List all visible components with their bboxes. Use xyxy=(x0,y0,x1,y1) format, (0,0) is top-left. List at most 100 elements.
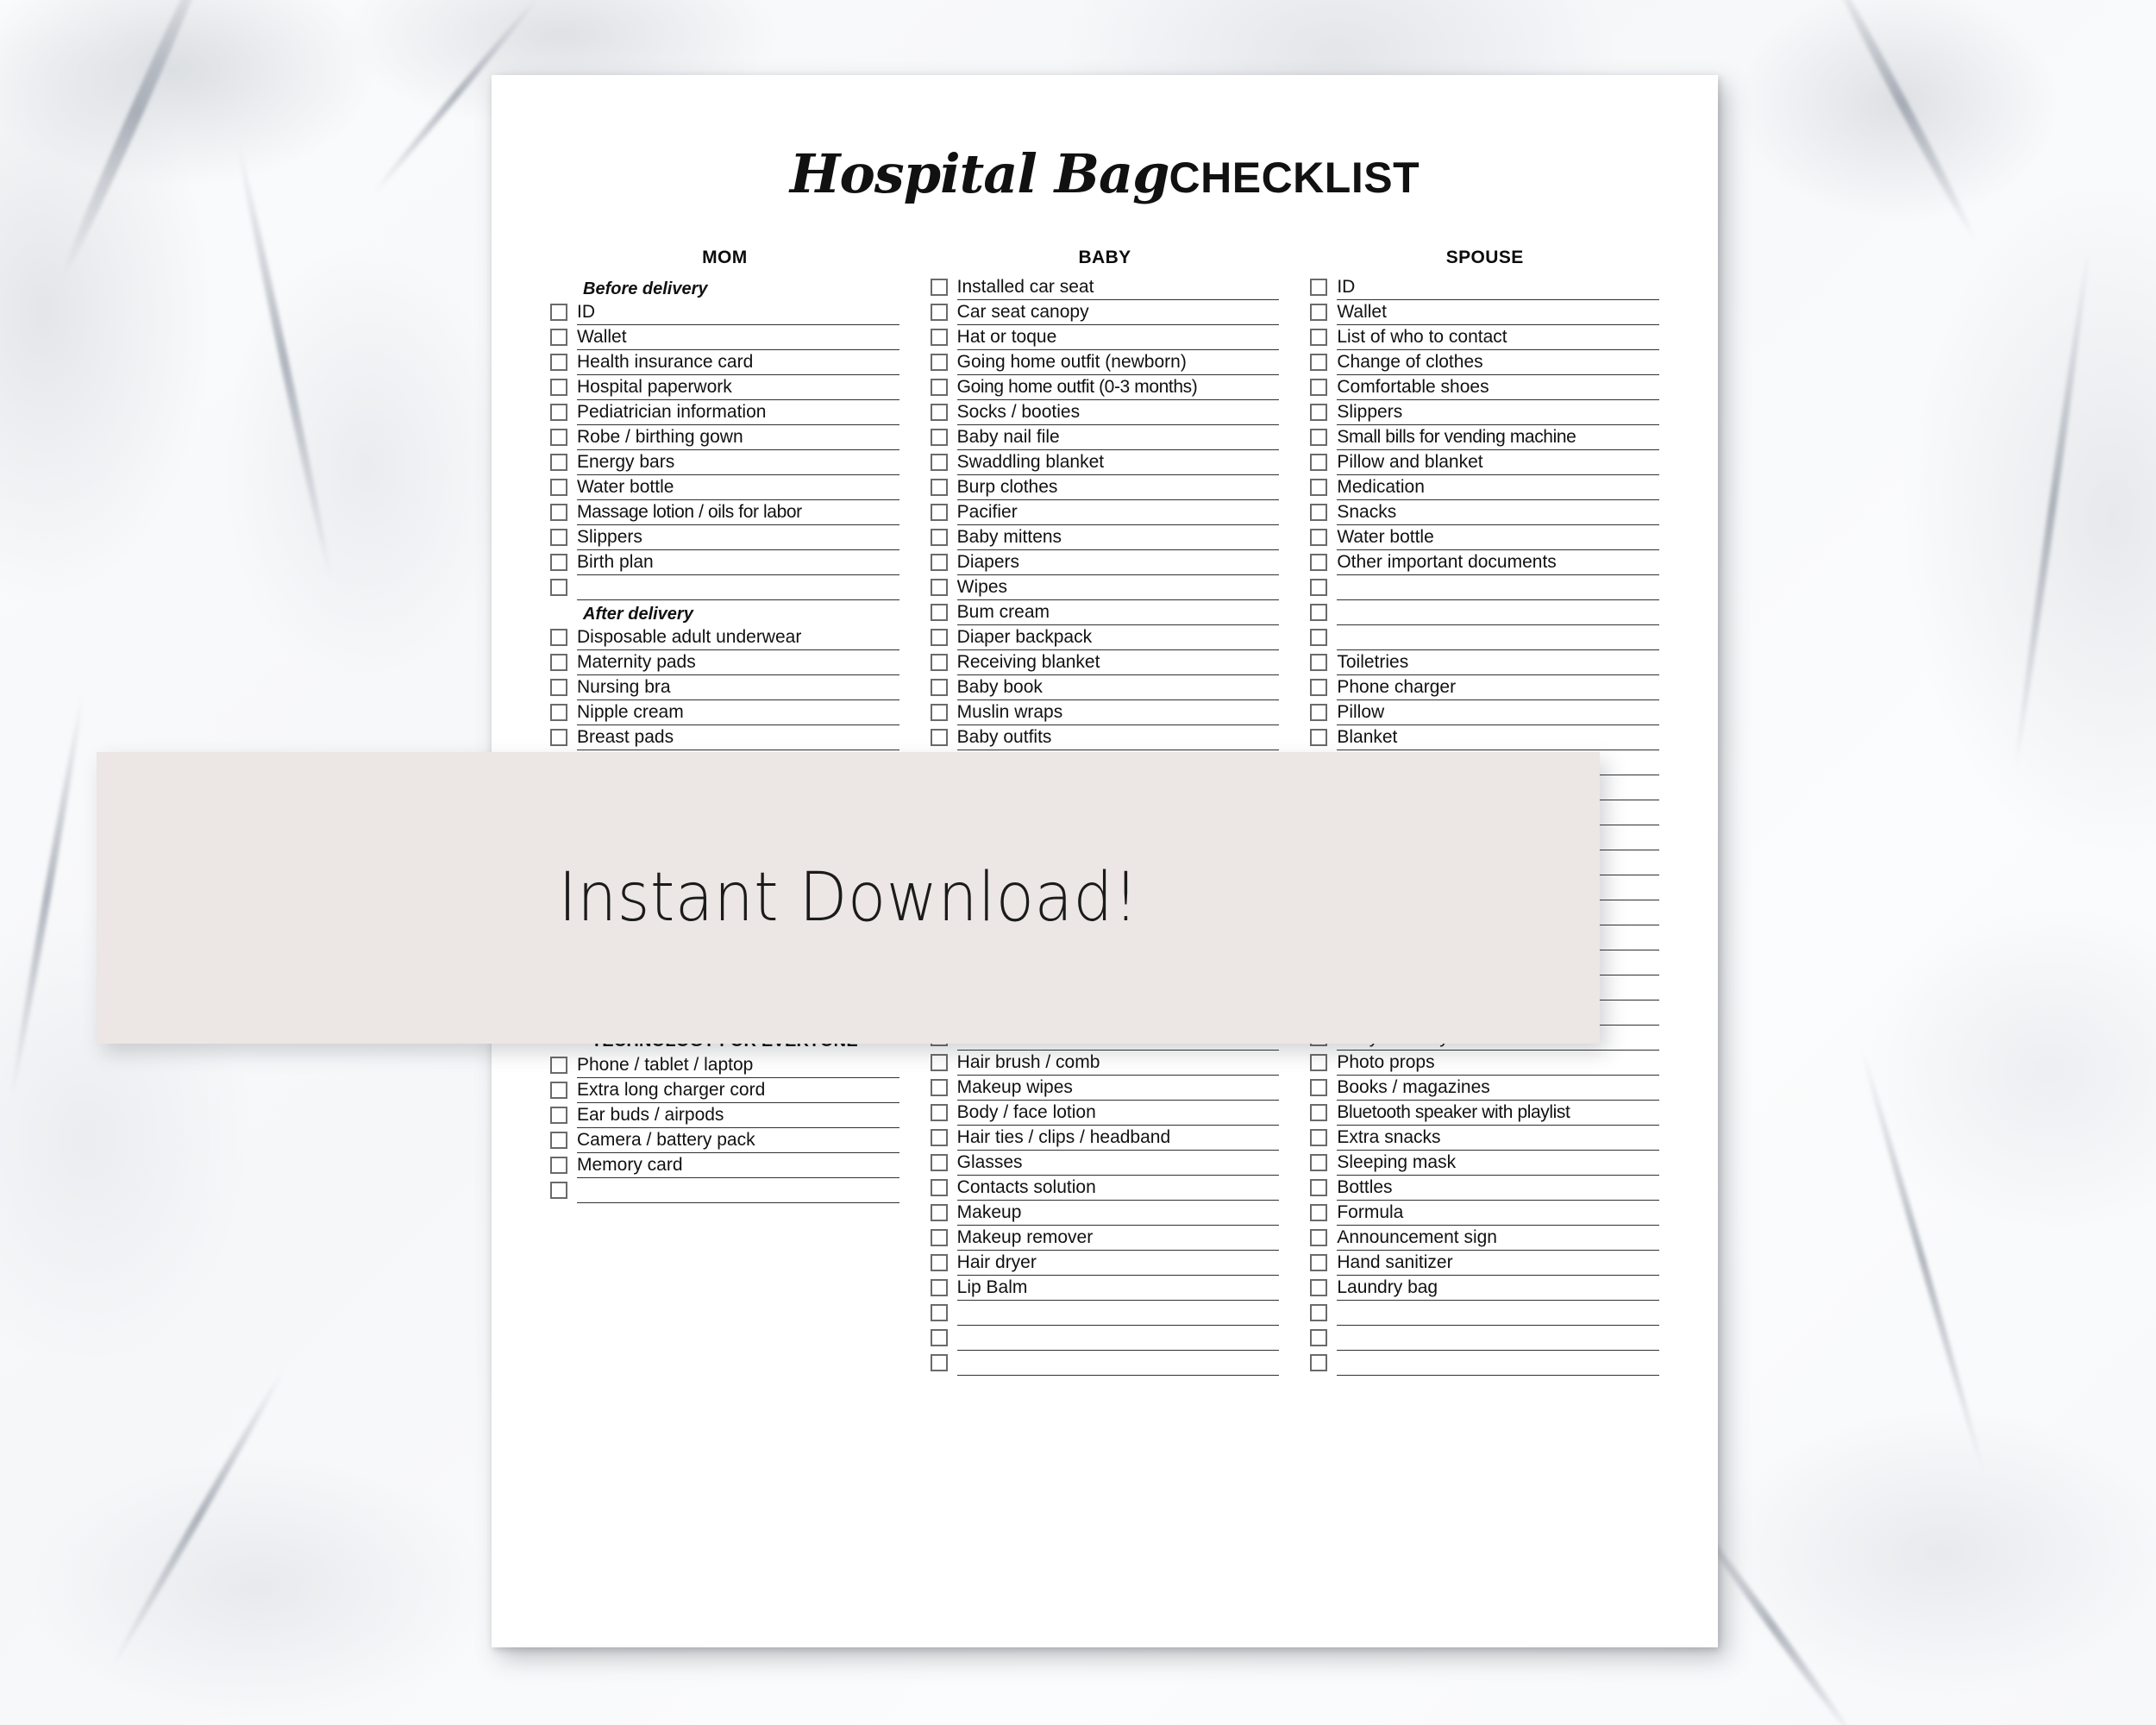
checkbox-icon[interactable] xyxy=(930,504,948,521)
checklist-blank-line[interactable] xyxy=(956,1352,1280,1376)
checkbox-icon[interactable] xyxy=(1310,279,1328,296)
checkbox-icon[interactable] xyxy=(930,1354,948,1371)
checkbox-icon[interactable] xyxy=(1310,604,1328,621)
checkbox-icon[interactable] xyxy=(930,729,948,746)
checkbox-icon[interactable] xyxy=(930,1104,948,1121)
checklist-blank-line[interactable] xyxy=(1337,1302,1660,1326)
checkbox-icon[interactable] xyxy=(1310,329,1328,346)
checkbox-icon[interactable] xyxy=(930,1229,948,1246)
checkbox-icon[interactable] xyxy=(1310,1229,1328,1246)
checkbox-icon[interactable] xyxy=(930,1179,948,1196)
checkbox-icon[interactable] xyxy=(550,454,567,471)
checkbox-icon[interactable] xyxy=(1310,529,1328,546)
checkbox-icon[interactable] xyxy=(1310,504,1328,521)
checkbox-icon[interactable] xyxy=(1310,1054,1328,1071)
checklist-blank-line[interactable] xyxy=(1337,627,1660,650)
checkbox-icon[interactable] xyxy=(550,429,567,446)
checkbox-icon[interactable] xyxy=(930,1204,948,1221)
checklist-blank-line[interactable] xyxy=(1337,1352,1660,1376)
checkbox-icon[interactable] xyxy=(1310,1304,1328,1321)
checklist-blank-line[interactable] xyxy=(956,1302,1280,1326)
checkbox-icon[interactable] xyxy=(930,1154,948,1171)
checkbox-icon[interactable] xyxy=(550,554,567,571)
checkbox-icon[interactable] xyxy=(550,1082,567,1099)
checkbox-icon[interactable] xyxy=(550,1182,567,1199)
checkbox-icon[interactable] xyxy=(550,379,567,396)
checkbox-icon[interactable] xyxy=(1310,304,1328,321)
checkbox-icon[interactable] xyxy=(550,1157,567,1174)
checkbox-icon[interactable] xyxy=(930,1079,948,1096)
checkbox-icon[interactable] xyxy=(1310,1154,1328,1171)
checkbox-icon[interactable] xyxy=(930,1304,948,1321)
checkbox-icon[interactable] xyxy=(550,679,567,696)
checkbox-icon[interactable] xyxy=(1310,379,1328,396)
checkbox-icon[interactable] xyxy=(550,304,567,321)
checkbox-icon[interactable] xyxy=(550,704,567,721)
checkbox-icon[interactable] xyxy=(930,629,948,646)
checkbox-icon[interactable] xyxy=(930,679,948,696)
checkbox-icon[interactable] xyxy=(930,554,948,571)
checklist-blank-line[interactable] xyxy=(956,1327,1280,1351)
checkbox-icon[interactable] xyxy=(930,1254,948,1271)
checkbox-icon[interactable] xyxy=(930,529,948,546)
checkbox-icon[interactable] xyxy=(550,629,567,646)
checkbox-icon[interactable] xyxy=(930,1279,948,1296)
checkbox-icon[interactable] xyxy=(550,329,567,346)
checkbox-icon[interactable] xyxy=(1310,704,1328,721)
checklist-blank-line[interactable] xyxy=(1337,577,1660,600)
checklist-blank-line[interactable] xyxy=(1337,602,1660,625)
checkbox-icon[interactable] xyxy=(1310,1329,1328,1346)
checkbox-icon[interactable] xyxy=(550,1057,567,1074)
checkbox-icon[interactable] xyxy=(550,479,567,496)
checkbox-icon[interactable] xyxy=(930,654,948,671)
checkbox-icon[interactable] xyxy=(930,454,948,471)
checkbox-icon[interactable] xyxy=(1310,654,1328,671)
checkbox-icon[interactable] xyxy=(1310,1104,1328,1121)
checkbox-icon[interactable] xyxy=(550,529,567,546)
checkbox-icon[interactable] xyxy=(1310,679,1328,696)
checkbox-icon[interactable] xyxy=(1310,1279,1328,1296)
checkbox-icon[interactable] xyxy=(930,479,948,496)
checkbox-icon[interactable] xyxy=(1310,1129,1328,1146)
checkbox-icon[interactable] xyxy=(1310,1179,1328,1196)
checkbox-icon[interactable] xyxy=(1310,1079,1328,1096)
checkbox-icon[interactable] xyxy=(930,704,948,721)
checkbox-icon[interactable] xyxy=(550,654,567,671)
checkbox-icon[interactable] xyxy=(550,504,567,521)
checkbox-icon[interactable] xyxy=(930,1329,948,1346)
checkbox-icon[interactable] xyxy=(930,304,948,321)
checkbox-icon[interactable] xyxy=(930,329,948,346)
checkbox-icon[interactable] xyxy=(1310,1354,1328,1371)
checklist-blank-line[interactable] xyxy=(577,577,899,600)
checklist-blank-line[interactable] xyxy=(577,1180,899,1203)
checkbox-icon[interactable] xyxy=(1310,554,1328,571)
checkbox-icon[interactable] xyxy=(930,604,948,621)
checkbox-icon[interactable] xyxy=(930,579,948,596)
checkbox-icon[interactable] xyxy=(1310,579,1328,596)
checkbox-icon[interactable] xyxy=(1310,429,1328,446)
checkbox-icon[interactable] xyxy=(930,1054,948,1071)
checkbox-icon[interactable] xyxy=(930,354,948,371)
checkbox-icon[interactable] xyxy=(930,1129,948,1146)
checkbox-icon[interactable] xyxy=(1310,479,1328,496)
checkbox-icon[interactable] xyxy=(1310,454,1328,471)
checkbox-icon[interactable] xyxy=(930,404,948,421)
checkbox-icon[interactable] xyxy=(550,579,567,596)
checkbox-icon[interactable] xyxy=(1310,354,1328,371)
checklist-blank-line[interactable] xyxy=(1337,1327,1660,1351)
checkbox-icon[interactable] xyxy=(930,429,948,446)
checkbox-icon[interactable] xyxy=(550,404,567,421)
checkbox-icon[interactable] xyxy=(1310,1254,1328,1271)
checkbox-icon[interactable] xyxy=(1310,404,1328,421)
checkbox-icon[interactable] xyxy=(550,1132,567,1149)
checkbox-icon[interactable] xyxy=(550,1107,567,1124)
checkbox-icon[interactable] xyxy=(550,354,567,371)
checklist-row: Slippers xyxy=(1310,402,1660,427)
checkbox-icon[interactable] xyxy=(1310,1204,1328,1221)
checkbox-icon[interactable] xyxy=(550,729,567,746)
checklist-row xyxy=(550,1180,899,1205)
checkbox-icon[interactable] xyxy=(1310,629,1328,646)
checkbox-icon[interactable] xyxy=(930,379,948,396)
checkbox-icon[interactable] xyxy=(1310,729,1328,746)
checkbox-icon[interactable] xyxy=(930,279,948,296)
